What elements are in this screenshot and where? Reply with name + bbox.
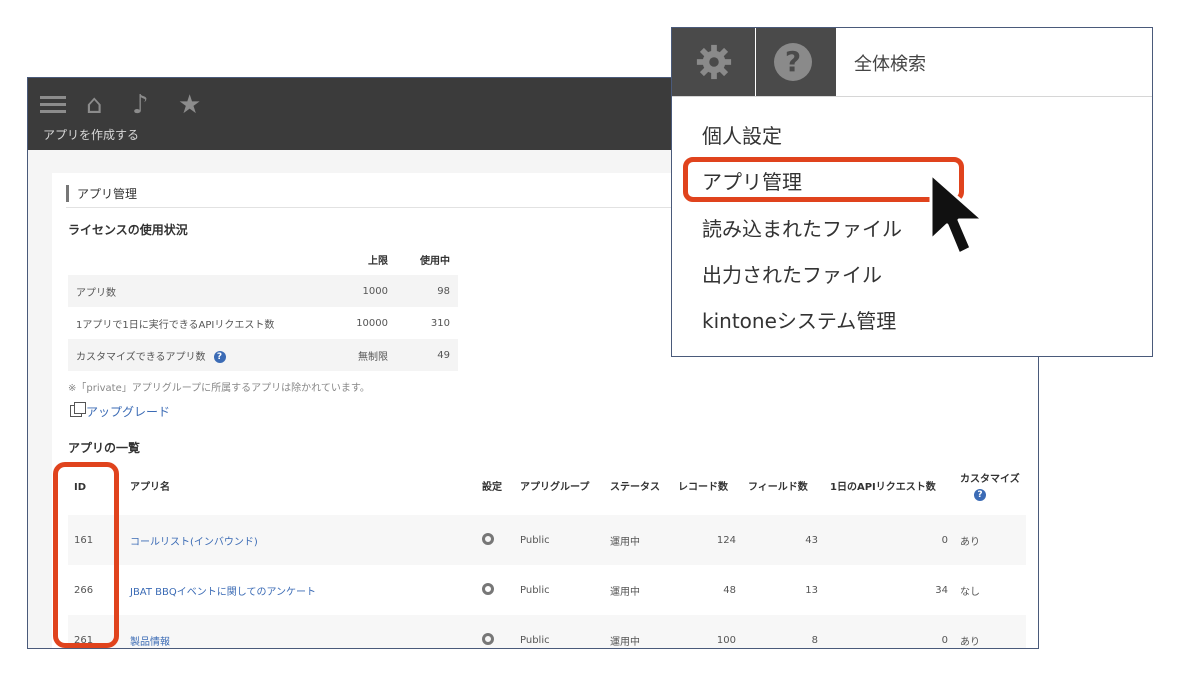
column-header-name[interactable]: アプリ名 <box>124 461 476 515</box>
help-icon[interactable]: ? <box>213 350 226 363</box>
table-row: 266 JBAT BBQイベントに関してのアンケート Public 運用中 48… <box>74 582 980 598</box>
home-icon[interactable]: ⌂ <box>86 92 103 118</box>
create-app-link[interactable]: アプリを作成する <box>43 126 139 143</box>
gear-icon[interactable] <box>482 582 494 595</box>
table-row: 1アプリで1日に実行できるAPIリクエスト数 10000 310 <box>76 317 450 331</box>
gear-icon[interactable] <box>482 532 494 545</box>
table-row: アプリ数 1000 98 <box>68 275 458 307</box>
column-header-records[interactable]: レコード数 <box>672 461 742 515</box>
page-title: アプリ管理 <box>66 185 137 202</box>
table-row: カスタマイズできるアプリ数? 無制限 49 <box>68 339 458 371</box>
star-icon[interactable]: ★ <box>178 92 201 118</box>
column-header: 上限 <box>368 255 388 267</box>
gear-icon <box>696 44 732 80</box>
column-header-fields[interactable]: フィールド数 <box>742 461 824 515</box>
column-header: 使用中 <box>420 255 450 267</box>
global-search[interactable]: 全体検索 <box>854 50 926 76</box>
help-icon[interactable]: ? <box>974 489 986 501</box>
bell-icon[interactable]: ♪ <box>132 92 149 118</box>
license-heading: ライセンスの使用状況 <box>68 223 188 237</box>
id-column-highlight <box>53 462 119 648</box>
menu-item-exported-files[interactable]: 出力されたファイル <box>702 259 882 288</box>
column-header-api[interactable]: 1日のAPIリクエスト数 <box>824 461 954 515</box>
settings-button[interactable] <box>672 28 755 96</box>
license-table: 上限 使用中 アプリ数 1000 98 1アプリで1日に実行できるAPIリクエス… <box>68 243 458 371</box>
column-header-settings: 設定 <box>482 482 502 493</box>
app-link[interactable]: コールリスト(インバウンド) <box>130 537 258 548</box>
question-icon: ? <box>774 43 812 81</box>
column-header-group[interactable]: アプリグループ <box>514 461 604 515</box>
menu-item-system-admin[interactable]: kintoneシステム管理 <box>702 305 896 334</box>
column-header-status[interactable]: ステータス <box>604 461 672 515</box>
external-window-icon <box>70 402 86 417</box>
table-row: 261 製品情報 Public 運用中 100 8 0 あり <box>68 615 1026 648</box>
gear-icon[interactable] <box>482 632 494 645</box>
note-text: ※「private」アプリグループに所属するアプリは除かれています。 <box>68 383 370 394</box>
table-row: 161 コールリスト(インバウンド) Public 運用中 124 43 0 あ… <box>68 515 1026 565</box>
apps-heading: アプリの一覧 <box>68 441 141 455</box>
app-link[interactable]: JBAT BBQイベントに関してのアンケート <box>130 587 316 598</box>
column-header-custom[interactable]: カスタマイズ? <box>954 461 1026 515</box>
dropdown-header: ? 全体検索 <box>672 28 1152 97</box>
upgrade-link[interactable]: アップグレード <box>70 402 170 420</box>
apps-table: ID アプリ名 設定 アプリグループ ステータス レコード数 フィールド数 1日… <box>68 461 1026 648</box>
app-management-highlight <box>683 157 964 202</box>
menu-item-personal-settings[interactable]: 個人設定 <box>702 120 782 149</box>
help-button[interactable]: ? <box>756 28 836 96</box>
app-link[interactable]: 製品情報 <box>130 637 170 648</box>
menu-item-imported-files[interactable]: 読み込まれたファイル <box>702 213 902 242</box>
menu-icon[interactable] <box>40 92 66 117</box>
mouse-cursor-icon <box>929 172 985 256</box>
